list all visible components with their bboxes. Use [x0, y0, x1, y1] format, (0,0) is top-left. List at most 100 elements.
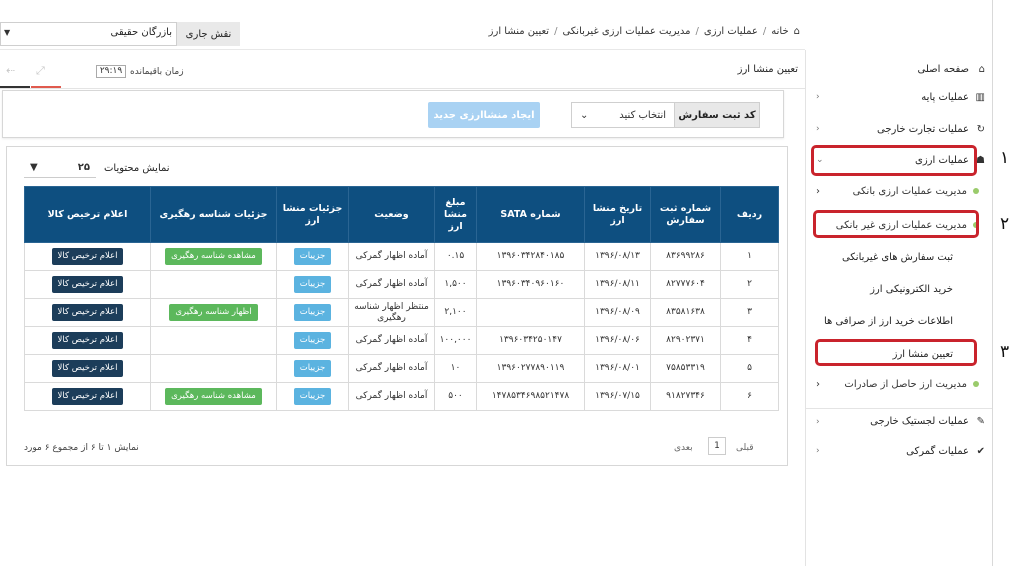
detail-cell: جزییات: [276, 354, 349, 383]
details-button[interactable]: جزییات: [293, 248, 332, 265]
column-header: جزئیات منشا ارز: [276, 186, 349, 243]
detail-cell: جزییات: [276, 382, 349, 411]
step-marker: ۲: [1000, 214, 1010, 234]
clearance-cell: اعلام ترخیص کالا: [24, 326, 151, 355]
timer-value: ۲۹:۱۹: [96, 65, 126, 78]
origin-table: ردیف شماره ثبت سفارش تاریخ منشا ارز شماره S…: [24, 186, 779, 411]
order-number: ۸۲۷۷۷۶۰۴: [650, 270, 721, 299]
role-value[interactable]: بازرگان حقیقی: [62, 27, 172, 38]
column-header: شماره ثبت سفارش: [650, 186, 721, 243]
details-button[interactable]: جزییات: [293, 276, 332, 293]
details-button[interactable]: جزییات: [293, 304, 332, 321]
breadcrumb-item-currency[interactable]: عملیات ارزی: [704, 26, 758, 37]
origin-date: ۱۳۹۶/۰۸/۰۶: [584, 326, 651, 355]
sidebar-sub-bank[interactable]: مدیریت عملیات ارزی بانکی ‹: [806, 178, 993, 204]
sidebar-item-label: عملیات پایه: [921, 91, 969, 103]
breadcrumb-item-nonbank[interactable]: مدیریت عملیات ارزی غیربانکی: [562, 26, 690, 37]
order-number: ۷۵۸۵۳۳۱۹: [650, 354, 721, 383]
clearance-button[interactable]: اعلام ترخیص کالا: [51, 304, 124, 321]
tracking-cell: مشاهده شناسه رهگیری: [150, 382, 277, 411]
caret-down-icon[interactable]: ▼: [4, 28, 10, 37]
clearance-button[interactable]: اعلام ترخیص کالا: [51, 360, 124, 377]
sidebar-sub-export[interactable]: مدیریت ارز حاصل از صادرات ‹: [806, 371, 993, 397]
origin-date: ۱۳۹۶/۰۷/۱۵: [584, 382, 651, 411]
highlight-box: [815, 339, 977, 366]
details-button[interactable]: جزییات: [293, 360, 332, 377]
clearance-button[interactable]: اعلام ترخیص کالا: [51, 332, 124, 349]
row-index: ۴: [720, 326, 779, 355]
clearance-button[interactable]: اعلام ترخیص کالا: [51, 248, 124, 265]
arrows-icon[interactable]: ⇠: [6, 64, 15, 77]
sidebar-link-exchange-info[interactable]: اطلاعات خرید ارز از صرافی ها: [806, 307, 993, 335]
tracking-cell: مشاهده شناسه رهگیری: [150, 242, 277, 271]
table-row: ۴ ۸۲۹۰۲۳۷۱ ۱۳۹۶/۰۸/۰۶ ۱۳۹۶۰۳۴۲۵۰۱۴۷ ۱۰۰,۰۰۰ آ…: [24, 326, 779, 355]
order-number: ۸۲۹۰۲۳۷۱: [650, 326, 721, 355]
page-size-select[interactable]: ▼ ۲۵: [24, 158, 96, 178]
pager-prev[interactable]: قبلی: [736, 443, 754, 453]
sidebar-item-logistics[interactable]: ✎ عملیات لجستیک خارجی ‹: [806, 408, 993, 434]
clearance-cell: اعلام ترخیص کالا: [24, 382, 151, 411]
origin-amount: ۵۰۰: [434, 382, 477, 411]
origin-date: ۱۳۹۶/۰۸/۱۳: [584, 242, 651, 271]
chevron-left-icon: ‹: [816, 124, 820, 134]
breadcrumb-separator: /: [695, 26, 699, 37]
origin-amount: ۰.۱۵: [434, 242, 477, 271]
chart-icon: ▥: [975, 91, 985, 103]
order-code-select[interactable]: انتخاب کنید ⌄: [571, 102, 675, 128]
row-index: ۵: [720, 354, 779, 383]
sidebar-edge: [992, 0, 1024, 566]
breadcrumb: ⌂ خانه / عملیات ارزی / مدیریت عملیات ارز…: [430, 26, 800, 37]
detail-cell: جزییات: [276, 298, 349, 327]
bullet-icon: [973, 381, 979, 387]
highlight-box: [813, 210, 979, 238]
sidebar-item-foreign-trade[interactable]: ↻ عملیات تجارت خارجی ‹: [806, 116, 993, 142]
origin-date: ۱۳۹۶/۰۸/۰۱: [584, 354, 651, 383]
column-header: تاریخ منشا ارز: [584, 186, 651, 243]
page-title: تعیین منشا ارز: [737, 64, 798, 75]
pager-page[interactable]: 1: [708, 437, 726, 455]
status-text: آماده اظهار گمرکی: [348, 326, 435, 355]
sidebar-link-e-currency[interactable]: خرید الکترونیکی ارز: [806, 275, 993, 303]
pager-next[interactable]: بعدی: [674, 443, 693, 453]
view-tracking-button[interactable]: مشاهده شناسه رهگیری: [165, 388, 262, 405]
declare-tracking-button[interactable]: اظهار شناسه رهگیری: [169, 304, 258, 321]
breadcrumb-item-home[interactable]: خانه: [771, 26, 788, 37]
step-marker: ۱: [1000, 148, 1010, 168]
view-tracking-button[interactable]: مشاهده شناسه رهگیری: [165, 248, 262, 265]
chevron-left-icon: ‹: [816, 378, 820, 390]
origin-amount: ۱۰۰,۰۰۰: [434, 326, 477, 355]
clearance-cell: اعلام ترخیص کالا: [24, 298, 151, 327]
clearance-cell: اعلام ترخیص کالا: [24, 242, 151, 271]
chevron-left-icon: ‹: [816, 446, 820, 456]
page-size-value: ۲۵: [77, 162, 90, 173]
check-icon: ✔: [976, 445, 985, 457]
order-select-value: انتخاب کنید: [619, 109, 666, 121]
details-button[interactable]: جزییات: [293, 388, 332, 405]
breadcrumb-separator: /: [762, 26, 767, 37]
expand-icon[interactable]: ⤢: [36, 64, 45, 78]
table-row: ۶ ۹۱۸۲۷۳۴۶ ۱۳۹۶/۰۷/۱۵ ۱۴۷۸۵۳۴۶۹۸۵۲۱۴۷۸ ۵۰۰ آم…: [24, 382, 779, 411]
tracking-cell: [150, 354, 277, 383]
home-icon[interactable]: ⌂: [794, 26, 800, 37]
breadcrumb-separator: /: [554, 26, 558, 37]
table-row: ۱ ۸۳۶۹۹۲۸۶ ۱۳۹۶/۰۸/۱۳ ۱۳۹۶۰۳۴۲۸۴۰۱۸۵ ۰.۱۵ آما…: [24, 242, 779, 271]
sidebar-item-home[interactable]: ⌂ صفحه اصلی: [806, 56, 993, 82]
sidebar-sub-label: مدیریت عملیات ارزی بانکی: [852, 185, 967, 197]
sidebar-link-nonbank-orders[interactable]: ثبت سفارش های غیربانکی: [806, 243, 993, 271]
clearance-button[interactable]: اعلام ترخیص کالا: [51, 276, 124, 293]
sata-number: ۱۳۹۶۰۳۴۲۵۰۱۴۷: [476, 326, 585, 355]
breadcrumb-item-current: تعیین منشا ارز: [488, 26, 550, 37]
create-origin-button[interactable]: ایجاد منشاارزی جدید: [428, 102, 540, 128]
sidebar-item-customs[interactable]: ✔ عملیات گمرکی ‹: [806, 438, 993, 464]
divider: [0, 88, 805, 89]
origin-date: ۱۳۹۶/۰۸/۱۱: [584, 270, 651, 299]
sidebar-item-base-ops[interactable]: ▥ عملیات پایه ‹: [806, 84, 993, 110]
highlight-box: [811, 145, 977, 176]
timer-label: زمان باقیمانده: [130, 67, 184, 77]
row-index: ۲: [720, 270, 779, 299]
row-index: ۶: [720, 382, 779, 411]
details-button[interactable]: جزییات: [293, 332, 332, 349]
status-text: آماده اظهار گمرکی: [348, 354, 435, 383]
row-index: ۳: [720, 298, 779, 327]
clearance-button[interactable]: اعلام ترخیص کالا: [51, 388, 124, 405]
